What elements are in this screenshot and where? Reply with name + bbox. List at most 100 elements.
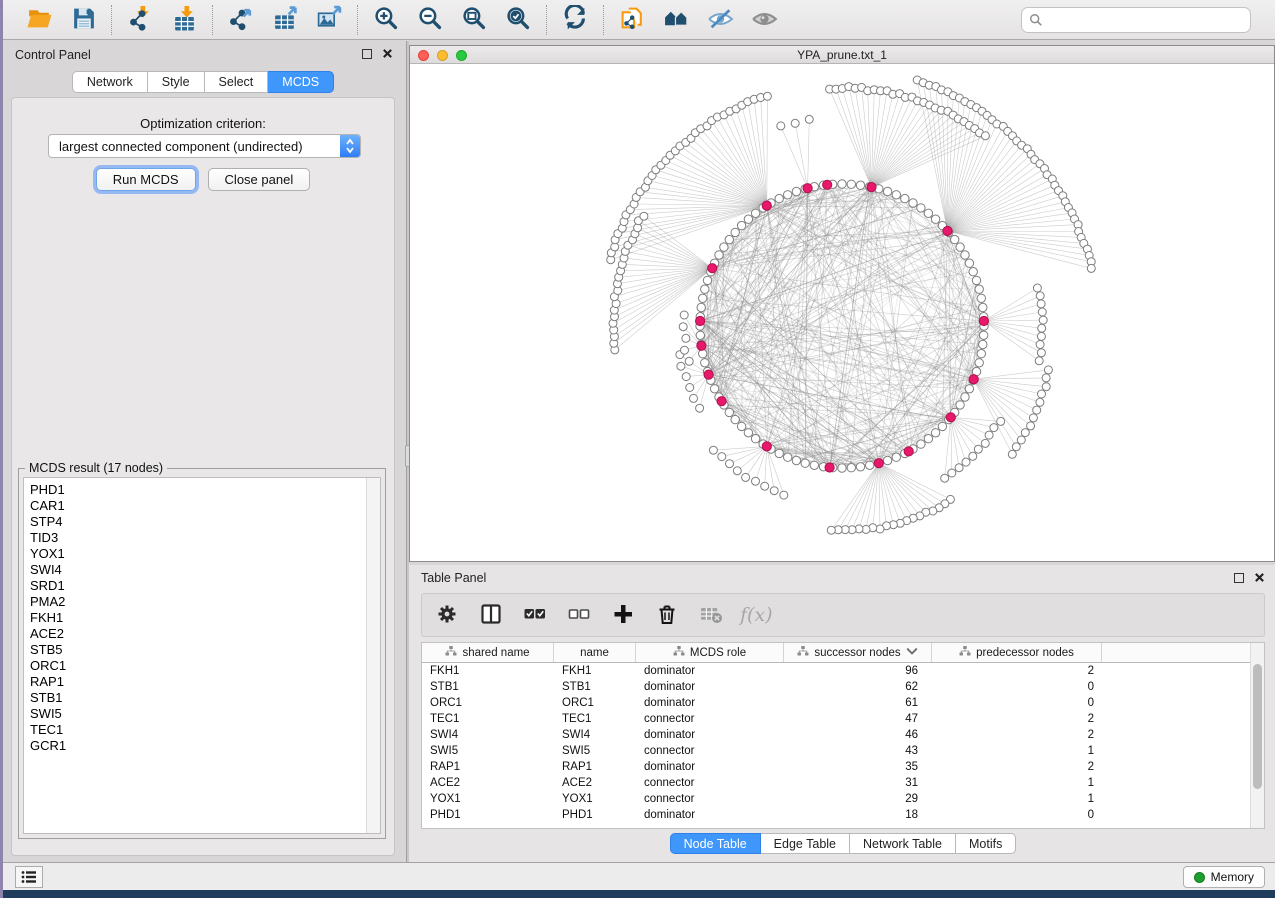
- cell-name: SWI5: [554, 745, 636, 757]
- first-neighbors-button[interactable]: [658, 4, 694, 36]
- table-row[interactable]: ACE2ACE2connector311: [422, 775, 1264, 791]
- result-node-item[interactable]: SWI5: [30, 706, 362, 722]
- result-node-item[interactable]: GCR1: [30, 738, 362, 754]
- tab-network-table[interactable]: Network Table: [850, 833, 956, 854]
- cell-MCDS-role: dominator: [636, 681, 784, 693]
- close-window-icon[interactable]: [418, 50, 429, 61]
- export-table-button[interactable]: [267, 4, 303, 36]
- float-table-panel-icon[interactable]: [1234, 573, 1244, 583]
- search-input[interactable]: [1048, 13, 1243, 27]
- first-neighbors-icon: [663, 5, 690, 35]
- tab-select[interactable]: Select: [205, 71, 269, 93]
- settings-gear-button[interactable]: [432, 600, 462, 630]
- column-header-successor-nodes[interactable]: successor nodes: [784, 643, 932, 662]
- close-panel-button[interactable]: Close panel: [208, 168, 311, 191]
- tab-network[interactable]: Network: [72, 71, 148, 93]
- node-table[interactable]: shared name nameMCDS rolesuccessor nodesp…: [421, 642, 1265, 829]
- clone-network-button[interactable]: [614, 4, 650, 36]
- save-session-icon: [70, 5, 97, 35]
- result-list-scrollbar[interactable]: [366, 478, 380, 833]
- result-node-item[interactable]: PMA2: [30, 594, 362, 610]
- columns-icon: [479, 602, 503, 629]
- close-table-panel-icon[interactable]: [1254, 572, 1265, 583]
- deselect-all-button[interactable]: [564, 600, 594, 630]
- delete-row-button[interactable]: [652, 600, 682, 630]
- network-graph[interactable]: [410, 64, 1274, 561]
- search-field[interactable]: [1021, 7, 1251, 33]
- result-node-item[interactable]: RAP1: [30, 674, 362, 690]
- refresh-layout-button[interactable]: [557, 4, 593, 36]
- result-node-item[interactable]: ORC1: [30, 658, 362, 674]
- column-header-MCDS-role[interactable]: MCDS role: [636, 643, 784, 662]
- result-node-item[interactable]: STB5: [30, 642, 362, 658]
- zoom-selected-button[interactable]: [500, 4, 536, 36]
- result-node-item[interactable]: STP4: [30, 514, 362, 530]
- open-file-button[interactable]: [21, 4, 57, 36]
- network-canvas[interactable]: [410, 64, 1274, 561]
- table-row[interactable]: YOX1YOX1connector291: [422, 791, 1264, 807]
- zoom-out-button[interactable]: [412, 4, 448, 36]
- task-history-button[interactable]: [15, 866, 43, 888]
- cell-name: TEC1: [554, 713, 636, 725]
- columns-button[interactable]: [476, 600, 506, 630]
- cell-predecessor-nodes: 2: [932, 665, 1102, 677]
- cell-predecessor-nodes: 2: [932, 761, 1102, 773]
- memory-button[interactable]: Memory: [1183, 866, 1265, 888]
- cell-MCDS-role: dominator: [636, 761, 784, 773]
- add-row-button[interactable]: [608, 600, 638, 630]
- mcds-result-list[interactable]: PHD1CAR1STP4TID3YOX1SWI4SRD1PMA2FKH1ACE2…: [23, 477, 381, 834]
- tab-edge-table[interactable]: Edge Table: [761, 833, 850, 854]
- sort-chevron-icon: [906, 645, 918, 660]
- table-row[interactable]: TEC1TEC1connector472: [422, 711, 1264, 727]
- table-tabs: Node TableEdge TableNetwork TableMotifs: [421, 833, 1265, 854]
- result-node-item[interactable]: SWI4: [30, 562, 362, 578]
- cell-successor-nodes: 47: [784, 713, 932, 725]
- close-panel-icon[interactable]: [382, 48, 393, 59]
- tab-style[interactable]: Style: [148, 71, 205, 93]
- table-row[interactable]: RAP1RAP1dominator352: [422, 759, 1264, 775]
- column-header-name[interactable]: name: [554, 643, 636, 662]
- float-panel-icon[interactable]: [362, 49, 372, 59]
- tab-node-table[interactable]: Node Table: [670, 833, 761, 854]
- result-node-item[interactable]: ACE2: [30, 626, 362, 642]
- result-node-item[interactable]: SRD1: [30, 578, 362, 594]
- result-node-item[interactable]: TID3: [30, 530, 362, 546]
- tab-mcds[interactable]: MCDS: [268, 71, 334, 93]
- table-row[interactable]: STB1STB1dominator620: [422, 679, 1264, 695]
- column-label: shared name: [462, 647, 529, 659]
- run-mcds-button[interactable]: Run MCDS: [96, 168, 196, 191]
- column-header-predecessor-nodes[interactable]: predecessor nodes: [932, 643, 1102, 662]
- table-scrollbar[interactable]: [1250, 643, 1264, 828]
- export-network-button[interactable]: [223, 4, 259, 36]
- network-view-title: YPA_prune.txt_1: [797, 48, 887, 62]
- table-row[interactable]: SWI5SWI5connector431: [422, 743, 1264, 759]
- select-all-button[interactable]: [520, 600, 550, 630]
- table-row[interactable]: ORC1ORC1dominator610: [422, 695, 1264, 711]
- maximize-window-icon[interactable]: [456, 50, 467, 61]
- table-row[interactable]: FKH1FKH1dominator962: [422, 663, 1264, 679]
- save-session-button[interactable]: [65, 4, 101, 36]
- tab-motifs[interactable]: Motifs: [956, 833, 1016, 854]
- table-row[interactable]: SWI4SWI4dominator462: [422, 727, 1264, 743]
- zoom-in-button[interactable]: [368, 4, 404, 36]
- cell-MCDS-role: dominator: [636, 809, 784, 821]
- table-scrollbar-thumb[interactable]: [1253, 664, 1262, 789]
- result-node-item[interactable]: PHD1: [30, 482, 362, 498]
- export-image-button[interactable]: [311, 4, 347, 36]
- result-node-item[interactable]: YOX1: [30, 546, 362, 562]
- network-view-titlebar[interactable]: YPA_prune.txt_1: [410, 46, 1274, 64]
- result-node-item[interactable]: TEC1: [30, 722, 362, 738]
- result-node-item[interactable]: FKH1: [30, 610, 362, 626]
- hide-selected-button[interactable]: [702, 4, 738, 36]
- table-row[interactable]: PHD1PHD1dominator180: [422, 807, 1264, 823]
- result-node-item[interactable]: STB1: [30, 690, 362, 706]
- zoom-fit-button[interactable]: [456, 4, 492, 36]
- minimize-window-icon[interactable]: [437, 50, 448, 61]
- import-table-button[interactable]: [166, 4, 202, 36]
- column-header-shared-name[interactable]: shared name: [422, 643, 554, 662]
- show-all-button[interactable]: [746, 4, 782, 36]
- import-network-button[interactable]: [122, 4, 158, 36]
- criterion-select[interactable]: largest connected component (undirected): [48, 134, 361, 158]
- result-node-item[interactable]: CAR1: [30, 498, 362, 514]
- attribute-tree-icon: [797, 645, 809, 660]
